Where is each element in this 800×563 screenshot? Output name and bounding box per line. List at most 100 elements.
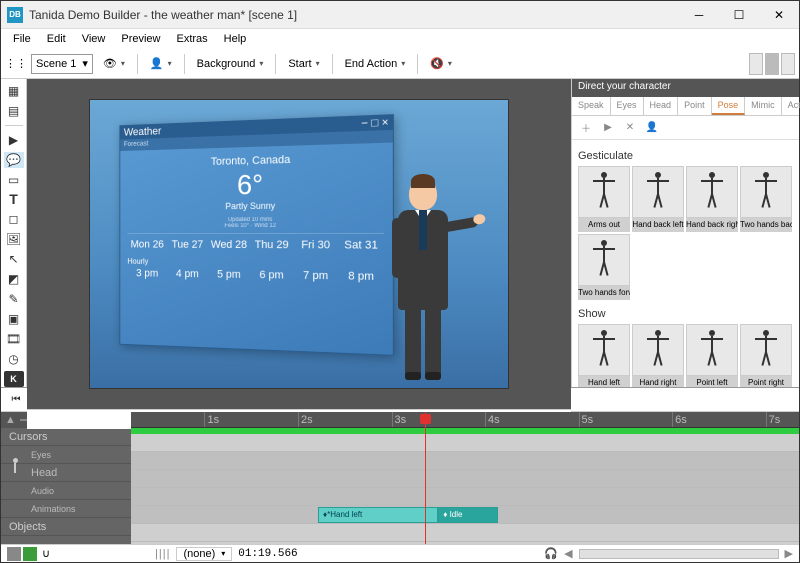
pose-point-right[interactable]: Point right — [740, 324, 792, 387]
timeline-scrollbar[interactable] — [579, 549, 779, 559]
balloon-icon[interactable]: 💬 — [4, 152, 24, 168]
edit-icon[interactable]: ✎ — [4, 291, 24, 307]
right-panel: Direct your character Speak Eyes Head Po… — [571, 79, 799, 387]
shape-icon[interactable]: ◻ — [4, 211, 24, 227]
end-action-label: End Action — [345, 58, 398, 70]
menu-view[interactable]: View — [74, 31, 114, 47]
text-icon[interactable]: T — [4, 191, 24, 207]
canvas-area: Weather − □ × Forecast Toronto, Canada 6… — [27, 79, 571, 387]
key-icon[interactable]: K — [4, 371, 24, 387]
add-pose-icon[interactable]: ＋ — [578, 120, 594, 136]
status-icon-1[interactable] — [7, 547, 21, 561]
end-action-dropdown[interactable]: End Action▾ — [339, 53, 412, 75]
headphones-icon[interactable]: 🎧 — [544, 547, 558, 560]
menu-help[interactable]: Help — [216, 31, 255, 47]
scroll-right-icon[interactable]: ▶ — [785, 547, 793, 560]
lane-cursors[interactable] — [131, 434, 799, 452]
pose-arms-out[interactable]: Arms out — [578, 166, 630, 232]
scene-selector[interactable]: Scene 1 ▾ — [31, 54, 93, 74]
zone-icon[interactable]: ▣ — [4, 311, 24, 327]
lane-audio[interactable] — [131, 488, 799, 506]
lane-eyes[interactable] — [131, 452, 799, 470]
playhead[interactable] — [425, 412, 426, 544]
tab-mimic[interactable]: Mimic — [745, 97, 782, 115]
visibility-dropdown[interactable]: 👁▾ — [97, 53, 131, 75]
close-button[interactable]: ✕ — [759, 1, 799, 29]
maximize-button[interactable]: ☐ — [719, 1, 759, 29]
pose-body: Gesticulate Arms out Hand back left Hand… — [572, 140, 799, 387]
timeline-body: ▲ ▲▲ 🔒 Cursors Eyes Head Audio Animation… — [1, 412, 799, 544]
pose-toolbar: ＋ ▶ ✕ 👤 — [572, 116, 799, 140]
timeline-ruler[interactable]: 1s 2s 3s 4s 5s 6s 7s — [131, 412, 799, 428]
tab-actions[interactable]: Actions — [782, 97, 800, 115]
chevron-down-icon: ▾ — [82, 57, 88, 70]
timeline-rewind-icon[interactable]: ⏮ — [7, 391, 25, 409]
zoom-out-icon[interactable]: ▲ — [5, 414, 16, 426]
status-none-field[interactable]: (none)▾ — [176, 547, 232, 561]
menu-edit[interactable]: Edit — [39, 31, 74, 47]
play-icon[interactable]: ▶ — [4, 132, 24, 148]
minimize-button[interactable]: ─ — [679, 1, 719, 29]
stage-canvas[interactable]: Weather − □ × Forecast Toronto, Canada 6… — [27, 79, 571, 409]
pose-hand-back-right[interactable]: Hand back right — [686, 166, 738, 232]
pointer-icon[interactable]: ↖ — [4, 251, 24, 267]
status-icon-2[interactable] — [23, 547, 37, 561]
timeline-lanes[interactable]: 1s 2s 3s 4s 5s 6s 7s ♦*Hand left ♦ Idle — [131, 412, 799, 544]
sound-toggle[interactable]: 🔇▾ — [424, 53, 458, 75]
magnet-icon[interactable]: ∪ — [39, 547, 53, 561]
pose-hand-back-left[interactable]: Hand back left — [632, 166, 684, 232]
menu-preview[interactable]: Preview — [113, 31, 168, 47]
image-icon[interactable]: 🖼 — [4, 231, 24, 247]
character[interactable] — [378, 178, 468, 378]
track-cursors[interactable]: Cursors — [1, 428, 131, 446]
weather-temp: 6° — [127, 166, 384, 203]
track-animations[interactable]: Animations — [1, 500, 131, 518]
start-dropdown[interactable]: Start▾ — [282, 53, 325, 75]
clip-hand-left[interactable]: ♦*Hand left — [318, 507, 438, 523]
background-dropdown[interactable]: Background▾ — [191, 53, 270, 75]
toolbar-drag-icon[interactable]: ⋮⋮ — [5, 53, 27, 75]
tab-pose[interactable]: Pose — [712, 97, 746, 115]
grid-icon[interactable]: ▦ — [4, 83, 24, 99]
clock-icon[interactable]: ◷ — [4, 351, 24, 367]
note-icon[interactable]: ▭ — [4, 172, 24, 188]
pose-point-left[interactable]: Point left — [686, 324, 738, 387]
scroll-left-icon[interactable]: ◀ — [564, 547, 572, 560]
background-label: Background — [197, 58, 256, 70]
film-icon[interactable]: 🎞 — [4, 331, 24, 347]
pose-two-hands-forw[interactable]: Two hands forw — [578, 234, 630, 300]
play-pose-icon[interactable]: ▶ — [600, 120, 616, 136]
highlight-icon[interactable]: ◩ — [4, 271, 24, 287]
thumbnails-icon[interactable]: ▤ — [4, 103, 24, 119]
menu-extras[interactable]: Extras — [168, 31, 215, 47]
layout-toggle[interactable] — [749, 53, 795, 75]
menu-bar: File Edit View Preview Extras Help — [1, 29, 799, 49]
track-objects[interactable]: Objects — [1, 518, 131, 536]
person-icon: 👤 — [150, 57, 164, 70]
tab-speak[interactable]: Speak — [572, 97, 611, 115]
section-show: Show — [578, 308, 793, 320]
scene-label: Scene 1 — [36, 58, 76, 70]
timeline-track-list: ▲ ▲▲ 🔒 Cursors Eyes Head Audio Animation… — [1, 412, 131, 544]
pose-hand-left[interactable]: Hand left — [578, 324, 630, 387]
main-toolbar: ⋮⋮ Scene 1 ▾ 👁▾ 👤▾ Background▾ Start▾ En… — [1, 49, 799, 79]
menu-file[interactable]: File — [5, 31, 39, 47]
clip-idle[interactable]: ♦ Idle — [438, 507, 498, 523]
lane-objects[interactable] — [131, 524, 799, 542]
pose-hand-right[interactable]: Hand right — [632, 324, 684, 387]
pose-two-hands-back[interactable]: Two hands back — [740, 166, 792, 232]
lane-animations[interactable]: ♦*Hand left ♦ Idle — [131, 506, 799, 524]
track-audio[interactable]: Audio — [1, 482, 131, 500]
character-dropdown[interactable]: 👤▾ — [144, 53, 178, 75]
hourly-row: 3 pm4 pm5 pm 6 pm7 pm8 pm — [127, 268, 384, 284]
character-mini-icon[interactable]: 👤 — [644, 120, 660, 136]
track-head[interactable]: Head — [1, 464, 131, 482]
total-time: 01:19.566 — [238, 548, 297, 560]
weather-window-controls: − □ × — [361, 116, 388, 130]
tab-head[interactable]: Head — [644, 97, 679, 115]
lane-head[interactable] — [131, 470, 799, 488]
tab-eyes[interactable]: Eyes — [611, 97, 644, 115]
mute-icon: 🔇 — [430, 57, 444, 70]
delete-pose-icon[interactable]: ✕ — [622, 120, 638, 136]
tab-point[interactable]: Point — [678, 97, 712, 115]
